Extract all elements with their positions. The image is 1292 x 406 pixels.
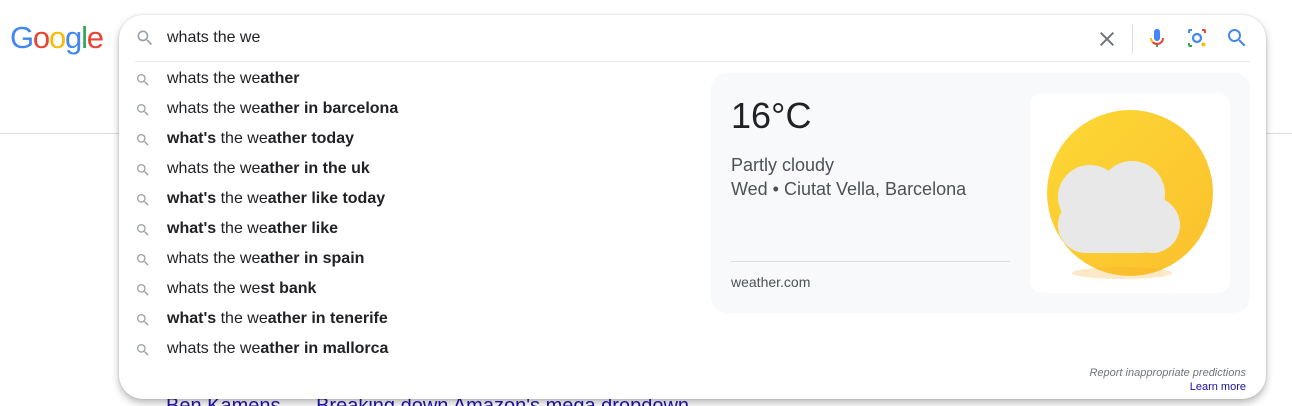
suggestion-text: what's the weather today	[167, 130, 354, 148]
suggestion-item[interactable]: whats the weather in the uk	[119, 154, 699, 184]
suggestion-text: whats the weather in mallorca	[167, 340, 388, 358]
logo-letter: G	[10, 20, 34, 55]
suggestion-item[interactable]: whats the weather in spain	[119, 244, 699, 274]
logo-letter: g	[65, 20, 82, 55]
search-icon	[137, 284, 149, 296]
weather-temperature: 16°C	[731, 95, 812, 136]
suggestion-typed-part: whats the we	[167, 280, 261, 297]
suggestion-item[interactable]: what's the weather like	[119, 214, 699, 244]
search-icon	[137, 254, 149, 266]
weather-card-divider	[731, 261, 1010, 262]
search-submit-button[interactable]	[1225, 26, 1249, 50]
suggestion-completion: ather in barcelona	[260, 100, 399, 117]
logo-letter: e	[86, 20, 104, 55]
search-icon	[137, 30, 153, 46]
search-autocomplete-dropdown: whats the weatherwhats the weather in ba…	[119, 15, 1266, 399]
suggestion-typed-part: the we	[216, 220, 268, 237]
suggestion-typed-part: the we	[216, 130, 268, 147]
suggestion-typed-part: the we	[216, 310, 268, 327]
logo-letter: o	[48, 20, 66, 55]
search-icon	[137, 344, 149, 356]
search-bar	[119, 15, 1266, 61]
toolbar-divider	[1132, 25, 1133, 53]
partly-cloudy-icon	[1047, 110, 1213, 279]
suggestion-typed-part: the we	[216, 190, 268, 207]
suggestion-completion: ather in the uk	[260, 160, 370, 177]
suggestion-bold-prefix: what's	[167, 130, 217, 147]
suggestion-item[interactable]: what's the weather like today	[119, 184, 699, 214]
suggestion-item[interactable]: whats the weather	[119, 64, 699, 94]
weather-icon-tile	[1030, 93, 1230, 293]
suggestion-completion: ather today	[267, 130, 354, 147]
suggestion-typed-part: whats the we	[167, 70, 261, 87]
suggestion-completion: ather in tenerife	[267, 310, 388, 327]
suggestion-completion: ather like	[267, 220, 339, 237]
suggestion-item[interactable]: what's the weather in tenerife	[119, 304, 699, 334]
search-icon	[137, 164, 149, 176]
search-input[interactable]	[167, 27, 1067, 49]
weather-source: weather.com	[731, 274, 811, 290]
suggestion-bold-prefix: what's	[167, 220, 217, 237]
suggestion-completion: ather in spain	[260, 250, 365, 267]
search-icon	[137, 224, 149, 236]
suggestion-completion: ather	[260, 70, 300, 87]
suggestion-item[interactable]: whats the weather in barcelona	[119, 94, 699, 124]
weather-location: Wed • Ciutat Vella, Barcelona	[731, 179, 967, 199]
learn-more-link[interactable]: Learn more	[1190, 381, 1246, 394]
suggestion-list: whats the weather whats the weather in ba…	[119, 64, 699, 364]
suggestion-typed-part: whats the we	[167, 100, 261, 117]
search-icon	[137, 194, 149, 206]
suggestion-text: whats the weather in the uk	[167, 160, 370, 178]
report-predictions-link[interactable]: Report inappropriate predictions	[1089, 367, 1246, 380]
dropdown-separator	[135, 61, 1250, 62]
clear-search-button[interactable]	[1095, 27, 1119, 51]
suggestion-text: whats the weather	[167, 70, 300, 88]
suggestion-typed-part: whats the we	[167, 250, 261, 267]
suggestion-item[interactable]: what's the weather today	[119, 124, 699, 154]
search-icon	[137, 314, 149, 326]
suggestion-completion: st bank	[260, 280, 317, 297]
suggestion-bold-prefix: what's	[167, 190, 217, 207]
search-icon	[137, 74, 149, 86]
suggestion-completion: ather like today	[267, 190, 386, 207]
search-icon	[137, 104, 149, 116]
suggestion-item[interactable]: whats the weather in mallorca	[119, 334, 699, 364]
suggestion-text: whats the weather in spain	[167, 250, 364, 268]
google-logo[interactable]: Google	[10, 20, 104, 56]
weather-condition: Partly cloudy	[731, 155, 835, 175]
suggestion-text: what's the weather like today	[167, 190, 385, 208]
suggestion-text: what's the weather like	[167, 220, 338, 238]
suggestion-typed-part: whats the we	[167, 340, 261, 357]
suggestion-item[interactable]: whats the west bank	[119, 274, 699, 304]
suggestion-completion: ather in mallorca	[260, 340, 389, 357]
weather-card[interactable]: 16°C Partly cloudy Wed • Ciutat Vella, B…	[711, 73, 1250, 313]
google-lens-button[interactable]	[1185, 26, 1209, 50]
suggestion-typed-part: whats the we	[167, 160, 261, 177]
logo-letter: o	[32, 20, 50, 55]
voice-search-button[interactable]	[1145, 26, 1169, 50]
suggestion-text: what's the weather in tenerife	[167, 310, 388, 328]
suggestion-text: whats the west bank	[167, 280, 316, 298]
suggestion-bold-prefix: what's	[167, 310, 217, 327]
search-icon	[137, 134, 149, 146]
suggestion-text: whats the weather in barcelona	[167, 100, 398, 118]
